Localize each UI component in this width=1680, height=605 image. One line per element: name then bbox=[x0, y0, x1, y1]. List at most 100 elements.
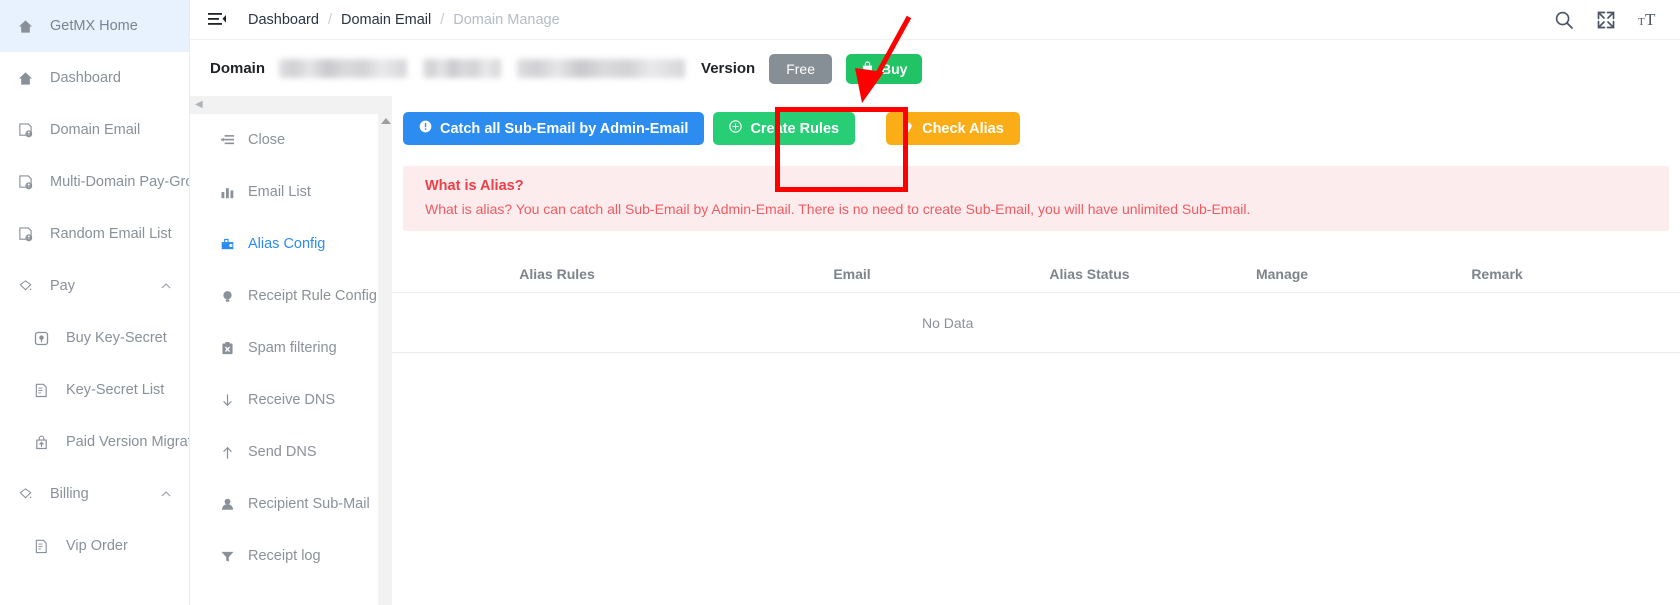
what-is-alias-alert: What is Alias? What is alias? You can ca… bbox=[403, 166, 1669, 231]
globe-doc-icon bbox=[18, 225, 40, 243]
submenu-collapse-bar[interactable]: ◀ bbox=[190, 96, 378, 114]
sidebar-item-buy-key-secret[interactable]: Buy Key-Secret bbox=[0, 312, 189, 364]
sidebar-item-pay[interactable]: Pay bbox=[0, 260, 189, 312]
app-root: GetMX Home Dashboard Domain Email Multi-Dom… bbox=[0, 0, 1680, 605]
submenu-item-label: Receipt Rule Config bbox=[248, 288, 377, 304]
chevron-up-icon[interactable] bbox=[159, 279, 173, 293]
scroll-up-arrow-icon[interactable] bbox=[381, 118, 391, 124]
alias-table: Alias Rules Email Alias Status Manage Remark… bbox=[392, 255, 1680, 353]
sidebar-item-label: Key-Secret List bbox=[66, 382, 165, 398]
check-alias-button[interactable]: Check Alias bbox=[886, 112, 1020, 145]
key-box-icon bbox=[34, 329, 56, 347]
domain-value-redacted bbox=[517, 59, 686, 78]
sidebar-item-domain-email[interactable]: Domain Email bbox=[0, 104, 189, 156]
submenu-item-receive-dns[interactable]: Receive DNS bbox=[190, 374, 378, 426]
domain-info-bar: Domain Version Free Buy bbox=[190, 41, 1680, 96]
sidebar-item-label: Paid Version Migration bbox=[66, 434, 189, 450]
arrow-down-icon bbox=[218, 393, 236, 408]
sidebar-item-label: Dashboard bbox=[50, 70, 121, 86]
alias-table-empty: No Data bbox=[392, 293, 1680, 353]
breadcrumb: Dashboard / Domain Email / Domain Manage bbox=[248, 12, 560, 28]
plus-circle-icon bbox=[729, 120, 743, 137]
scrollbar-track[interactable] bbox=[378, 96, 392, 605]
globe-doc-icon bbox=[18, 121, 40, 139]
breadcrumb-separator: / bbox=[440, 11, 445, 28]
fullscreen-icon[interactable] bbox=[1596, 10, 1616, 30]
primary-sidebar: GetMX Home Dashboard Domain Email Multi-Dom… bbox=[0, 0, 190, 605]
create-rules-button[interactable]: Create Rules bbox=[713, 112, 856, 145]
table-column-header: Alias Rules bbox=[519, 265, 595, 282]
free-badge: Free bbox=[769, 53, 833, 84]
submenu-item-alias-config[interactable]: Alias Config bbox=[190, 218, 378, 270]
lock-bag-icon bbox=[861, 60, 874, 77]
submenu-item-receipt-rule-config[interactable]: Receipt Rule Config bbox=[190, 270, 378, 322]
bulb-icon bbox=[902, 121, 914, 137]
upload-bag-icon bbox=[34, 433, 56, 451]
breadcrumb-separator: / bbox=[327, 11, 332, 28]
domain-submenu: ◀ Close Email List Alias Config Receipt Rul… bbox=[190, 96, 378, 605]
submenu-item-spam-filtering[interactable]: Spam filtering bbox=[190, 322, 378, 374]
sidebar-item-multi-domain-pay-group[interactable]: Multi-Domain Pay-Group bbox=[0, 156, 189, 208]
submenu-item-email-list[interactable]: Email List bbox=[190, 166, 378, 218]
bar-chart-icon bbox=[218, 185, 236, 200]
svg-text:T: T bbox=[1638, 16, 1645, 28]
arrow-up-icon bbox=[218, 445, 236, 460]
submenu-item-recipient-sub-mail[interactable]: Recipient Sub-Mail bbox=[190, 478, 378, 530]
sidebar-item-random-email-list[interactable]: Random Email List bbox=[0, 208, 189, 260]
sidebar-item-paid-version-migration[interactable]: Paid Version Migration bbox=[0, 416, 189, 468]
doc-list-icon bbox=[34, 381, 56, 399]
font-size-icon[interactable]: T T bbox=[1638, 10, 1658, 30]
sidebar-item-dashboard[interactable]: Dashboard bbox=[0, 52, 189, 104]
submenu-item-label: Alias Config bbox=[248, 236, 326, 252]
alert-title: What is Alias? bbox=[425, 178, 524, 194]
user-icon bbox=[218, 497, 236, 512]
diamond-icon bbox=[18, 485, 40, 503]
chevron-left-icon[interactable]: ◀ bbox=[195, 100, 203, 110]
submenu-item-send-dns[interactable]: Send DNS bbox=[190, 426, 378, 478]
version-label: Version bbox=[701, 60, 756, 77]
sidebar-item-label: Billing bbox=[50, 486, 89, 502]
bulb-icon bbox=[218, 289, 236, 304]
sidebar-item-label: Multi-Domain Pay-Group bbox=[50, 174, 189, 190]
sidebar-item-label: Vip Order bbox=[66, 538, 128, 554]
sidebar-item-key-secret-list[interactable]: Key-Secret List bbox=[0, 364, 189, 416]
alias-action-toolbar: Catch all Sub-Email by Admin-Email Creat… bbox=[392, 96, 1680, 145]
table-column-header: Email bbox=[833, 265, 871, 282]
info-circle-icon bbox=[419, 120, 432, 137]
submenu-item-label: Email List bbox=[248, 184, 311, 200]
sidebar-item-label: Pay bbox=[50, 278, 75, 294]
sidebar-item-getmx-home[interactable]: GetMX Home bbox=[0, 0, 189, 52]
breadcrumb-item-domain-manage: Domain Manage bbox=[453, 11, 560, 28]
doc-list-icon bbox=[34, 537, 56, 555]
submenu-item-label: Receipt log bbox=[248, 548, 321, 564]
globe-doc-icon bbox=[18, 173, 40, 191]
sidebar-item-billing[interactable]: Billing bbox=[0, 468, 189, 520]
home-icon bbox=[18, 69, 40, 87]
body-area: ◀ Close Email List Alias Config Receipt Rul… bbox=[190, 96, 1680, 605]
submenu-item-label: Close bbox=[248, 132, 286, 148]
chevron-up-icon[interactable] bbox=[159, 487, 173, 501]
table-column-header: Manage bbox=[1255, 265, 1309, 282]
diamond-icon bbox=[18, 277, 40, 295]
content-scrollbar[interactable] bbox=[378, 96, 392, 605]
search-icon[interactable] bbox=[1554, 10, 1574, 30]
domain-value-redacted bbox=[423, 59, 502, 78]
create-rules-label: Create Rules bbox=[750, 120, 840, 137]
sidebar-item-label: GetMX Home bbox=[50, 18, 138, 34]
sidebar-item-vip-order[interactable]: Vip Order bbox=[0, 520, 189, 572]
alert-body: What is alias? You can catch all Sub-Ema… bbox=[425, 201, 1251, 217]
submenu-item-receipt-log[interactable]: Receipt log bbox=[190, 530, 378, 582]
clipboard-x-icon bbox=[218, 341, 236, 356]
hamburger-collapse-icon[interactable] bbox=[208, 12, 226, 28]
breadcrumb-item-domain-email[interactable]: Domain Email bbox=[341, 12, 431, 28]
content-panel: Catch all Sub-Email by Admin-Email Creat… bbox=[392, 96, 1680, 605]
domain-value-redacted bbox=[279, 59, 408, 78]
top-header-actions: T T bbox=[1554, 10, 1680, 30]
buy-button[interactable]: Buy bbox=[846, 53, 923, 84]
submenu-list: Close Email List Alias Config Receipt Rule … bbox=[190, 114, 378, 582]
alias-table-header: Alias Rules Email Alias Status Manage Remark bbox=[392, 255, 1680, 293]
breadcrumb-item-dashboard[interactable]: Dashboard bbox=[248, 12, 319, 28]
submenu-item-close[interactable]: Close bbox=[190, 114, 378, 166]
top-header: Dashboard / Domain Email / Domain Manage bbox=[190, 0, 1680, 40]
catch-all-sub-email-button[interactable]: Catch all Sub-Email by Admin-Email bbox=[403, 112, 705, 145]
